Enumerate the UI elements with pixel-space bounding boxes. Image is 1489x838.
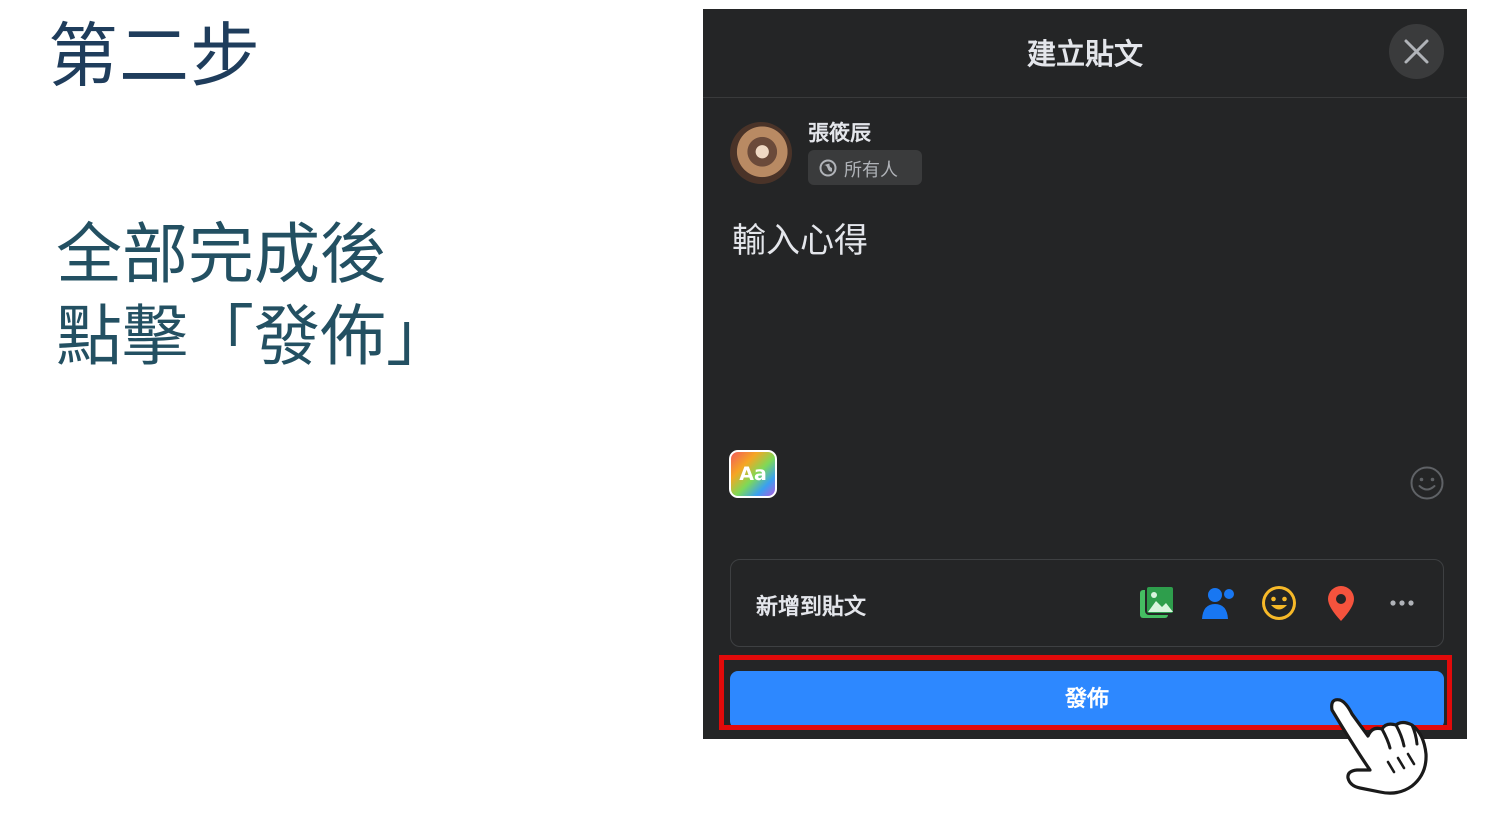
audience-selector[interactable]: 所有人 xyxy=(808,150,922,185)
dialog-title: 建立貼文 xyxy=(1026,37,1143,71)
instruction-line-2: 點擊「發佈」 xyxy=(56,298,452,375)
instruction-text: 全部完成後 點擊「發佈」 xyxy=(56,214,452,378)
close-icon xyxy=(1404,39,1429,64)
post-text-input[interactable]: 輸入心得 xyxy=(732,213,868,262)
user-name[interactable]: 張筱辰 xyxy=(808,117,871,147)
emoji-smile-icon[interactable] xyxy=(1409,465,1445,501)
tag-people-icon[interactable] xyxy=(1197,582,1239,624)
create-post-dialog: 建立貼文 張筱辰 所有人 輸入心得 Aa 新增到貼文 發佈 xyxy=(703,9,1467,739)
audience-label: 所有人 xyxy=(844,160,898,181)
hand-pointer-icon xyxy=(1330,698,1428,795)
text-style-button[interactable]: Aa xyxy=(729,450,777,498)
add-to-post-label: 新增到貼文 xyxy=(756,595,867,620)
close-button[interactable] xyxy=(1389,24,1444,79)
instruction-line-1: 全部完成後 xyxy=(56,216,386,293)
feeling-icon[interactable] xyxy=(1258,582,1300,624)
more-icon[interactable] xyxy=(1381,582,1423,624)
check-in-icon[interactable] xyxy=(1320,582,1362,624)
dialog-header: 建立貼文 xyxy=(703,9,1467,98)
step-title: 第二步 xyxy=(48,15,261,97)
avatar[interactable] xyxy=(730,122,792,184)
add-to-post-bar: 新增到貼文 xyxy=(730,559,1444,647)
photo-video-icon[interactable] xyxy=(1136,582,1178,624)
globe-icon xyxy=(819,159,837,177)
